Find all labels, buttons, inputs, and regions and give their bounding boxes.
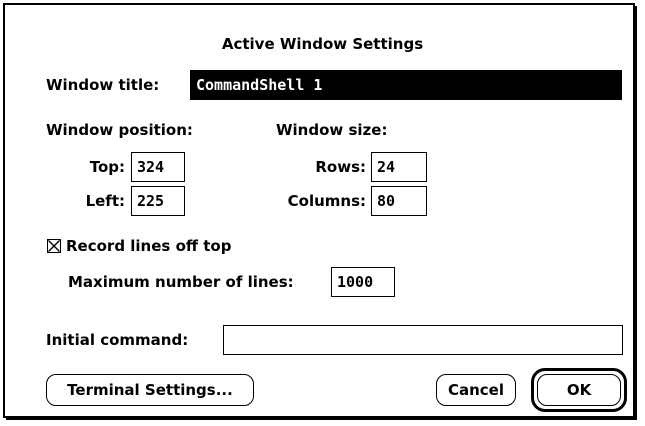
left-field[interactable]: 225 <box>131 186 185 216</box>
window-title-field[interactable]: CommandShell 1 <box>190 70 622 100</box>
checkbox-x-icon <box>48 240 60 252</box>
max-lines-field[interactable]: 1000 <box>331 267 395 297</box>
dialog-shadow-bottom <box>6 418 637 420</box>
cancel-button[interactable]: Cancel <box>436 374 516 406</box>
max-lines-label: Maximum number of lines: <box>68 273 294 291</box>
window-title-label: Window title: <box>46 76 160 94</box>
top-label: Top: <box>89 158 125 176</box>
record-lines-label[interactable]: Record lines off top <box>66 236 231 256</box>
terminal-settings-button[interactable]: Terminal Settings... <box>46 374 254 406</box>
columns-field[interactable]: 80 <box>371 186 427 216</box>
top-field[interactable]: 324 <box>131 152 185 182</box>
ok-button[interactable]: OK <box>537 374 621 406</box>
dialog-shadow-right <box>635 6 637 420</box>
columns-label: Columns: <box>287 192 366 210</box>
record-lines-checkbox[interactable] <box>47 239 61 253</box>
rows-field[interactable]: 24 <box>371 152 427 182</box>
window-position-heading: Window position: <box>46 121 193 139</box>
dialog-title: Active Window Settings <box>221 35 424 53</box>
window-size-heading: Window size: <box>276 121 388 139</box>
rows-label: Rows: <box>315 158 366 176</box>
left-label: Left: <box>85 192 125 210</box>
initial-command-field[interactable] <box>223 325 623 355</box>
initial-command-label: Initial command: <box>46 331 189 349</box>
